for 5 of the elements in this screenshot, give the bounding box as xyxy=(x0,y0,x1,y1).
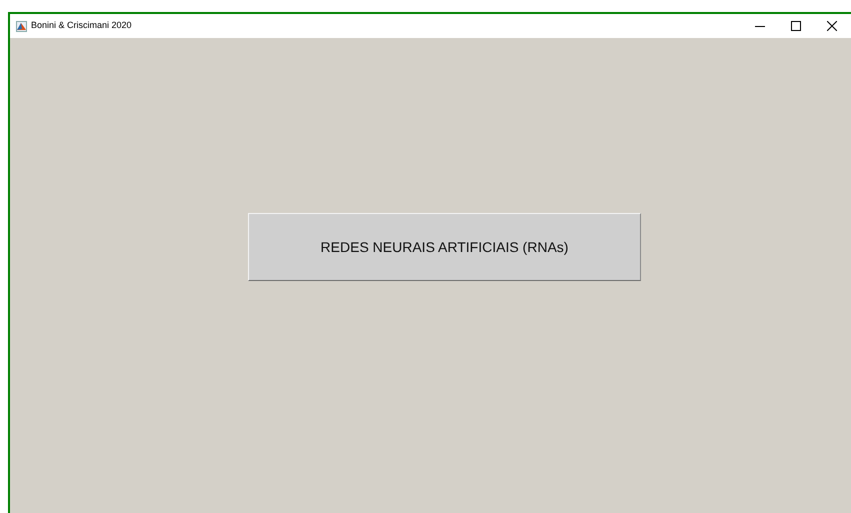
window-title: Bonini & Criscimani 2020 xyxy=(31,19,132,32)
rna-button[interactable]: REDES NEURAIS ARTIFICIAIS (RNAs) xyxy=(248,213,641,281)
maximize-icon xyxy=(791,21,801,31)
close-icon xyxy=(827,21,837,31)
app-icon xyxy=(16,20,27,32)
